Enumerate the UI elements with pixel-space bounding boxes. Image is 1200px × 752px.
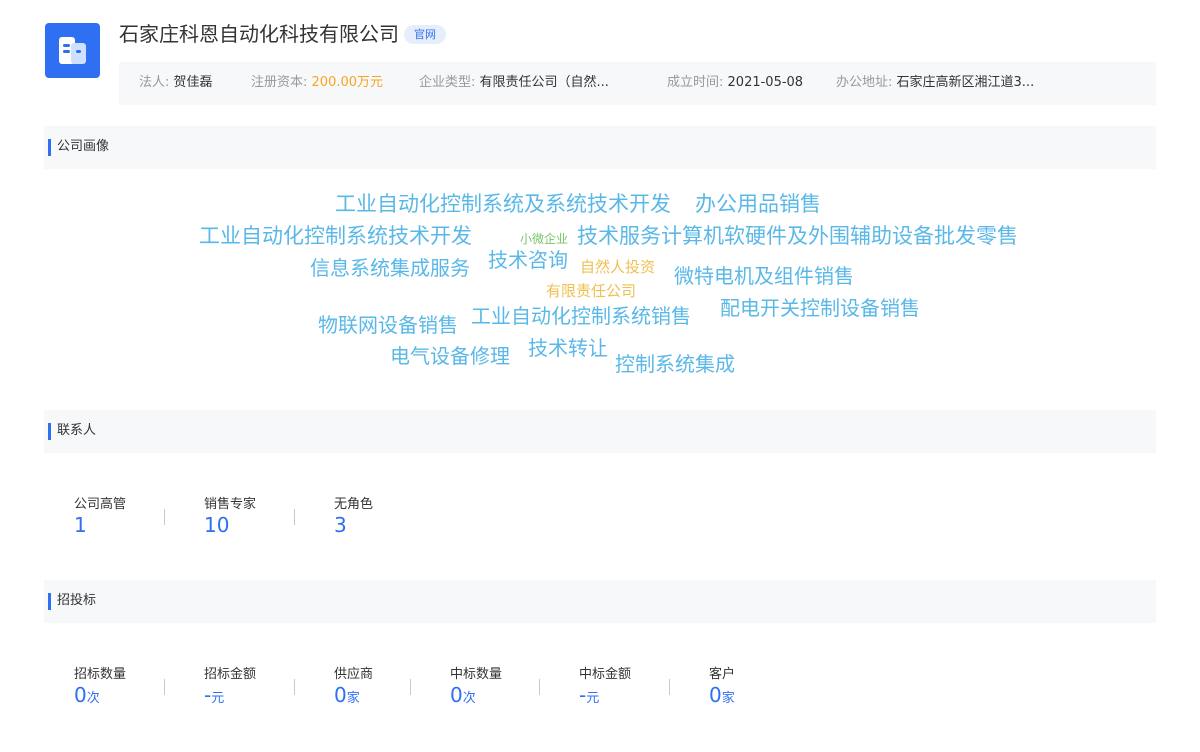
section-title-bidding: 招投标 bbox=[57, 593, 97, 608]
office-address-label: 办公地址: bbox=[836, 75, 893, 90]
legal-person-value[interactable]: 贺佳磊 bbox=[174, 75, 213, 90]
stat-value: 1 bbox=[74, 513, 87, 537]
stat-unit: 家 bbox=[721, 691, 735, 706]
tag-cloud-word: 工业自动化控制系统销售 bbox=[471, 304, 691, 328]
section-accent-bar bbox=[48, 139, 51, 156]
office-address: 办公地址: 石家庄高新区湘江道3... bbox=[836, 75, 1034, 91]
company-info-bar: 法人: 贺佳磊 注册资本: 200.00万元 企业类型: 有限责任公司（自然..… bbox=[119, 62, 1156, 105]
legal-person-label: 法人: bbox=[139, 75, 170, 90]
stat-label: 中标数量 bbox=[450, 667, 503, 682]
founded-date-label: 成立时间: bbox=[667, 75, 724, 90]
stat-unit: 元 bbox=[211, 691, 225, 706]
stat-label: 客户 bbox=[709, 667, 736, 682]
stat-value: 0 bbox=[709, 683, 722, 707]
section-header-bidding: 招投标 bbox=[44, 580, 1156, 623]
tag-cloud-word: 物联网设备销售 bbox=[318, 313, 458, 337]
tag-cloud-word: 自然人投资 bbox=[580, 258, 656, 276]
stat-value-wrap: -元 bbox=[579, 683, 599, 707]
tag-cloud-word: 工业自动化控制系统及系统技术开发 bbox=[335, 192, 671, 216]
stat-value-wrap: 1 bbox=[74, 513, 87, 537]
company-type-value: 有限责任公司（自然... bbox=[479, 75, 609, 90]
stat-label: 公司高管 bbox=[74, 497, 127, 512]
building-icon bbox=[59, 37, 86, 64]
tag-cloud-word: 信息系统集成服务 bbox=[310, 256, 470, 280]
stat-value-wrap: 10 bbox=[204, 513, 229, 537]
stat-divider bbox=[539, 679, 540, 695]
stat-divider bbox=[294, 509, 295, 525]
company-type: 企业类型: 有限责任公司（自然... bbox=[419, 75, 609, 91]
stat-value-wrap: 3 bbox=[334, 513, 347, 537]
tag-cloud-word: 小微企业 bbox=[520, 232, 569, 246]
tag-cloud-word: 有限责任公司 bbox=[546, 282, 637, 300]
tag-cloud-word: 技术咨询 bbox=[488, 248, 568, 272]
stat-value-wrap: -元 bbox=[204, 683, 224, 707]
founded-date: 成立时间: 2021-05-08 bbox=[667, 75, 803, 91]
stat-label: 无角色 bbox=[334, 497, 374, 512]
company-name: 石家庄科恩自动化科技有限公司 bbox=[119, 22, 399, 46]
tag-cloud-word: 工业自动化控制系统技术开发 bbox=[199, 224, 472, 248]
stat-value: 10 bbox=[204, 513, 230, 537]
office-address-value: 石家庄高新区湘江道3... bbox=[896, 75, 1035, 90]
stat-value: 0 bbox=[450, 683, 463, 707]
stat-unit: 次 bbox=[462, 691, 476, 706]
section-title-portrait: 公司画像 bbox=[57, 139, 110, 154]
stat-value-wrap: 0次 bbox=[74, 683, 100, 707]
section-accent-bar bbox=[48, 593, 51, 610]
company-type-label: 企业类型: bbox=[419, 75, 476, 90]
registered-capital-label: 注册资本: bbox=[251, 75, 308, 90]
stat-divider bbox=[410, 679, 411, 695]
tag-cloud-word: 电气设备修理 bbox=[390, 344, 510, 368]
company-logo bbox=[45, 23, 100, 78]
stat-value: 3 bbox=[334, 513, 347, 537]
stat-value-wrap: 0家 bbox=[709, 683, 735, 707]
tag-cloud-word: 技术转让 bbox=[528, 336, 608, 360]
stat-label: 招标数量 bbox=[74, 667, 127, 682]
stat-value: 0 bbox=[74, 683, 87, 707]
registered-capital: 注册资本: 200.00万元 bbox=[251, 75, 383, 91]
stat-unit: 元 bbox=[586, 691, 600, 706]
tag-cloud-word: 配电开关控制设备销售 bbox=[720, 296, 920, 320]
stat-divider bbox=[669, 679, 670, 695]
stat-label: 供应商 bbox=[334, 667, 374, 682]
stat-value: 0 bbox=[334, 683, 347, 707]
stat-label: 销售专家 bbox=[204, 497, 257, 512]
registered-capital-value: 200.00万元 bbox=[311, 75, 384, 90]
stat-value-wrap: 0家 bbox=[334, 683, 360, 707]
tag-cloud-word: 办公用品销售 bbox=[695, 192, 821, 216]
tag-cloud-word: 微特电机及组件销售 bbox=[674, 264, 854, 288]
stat-divider bbox=[164, 509, 165, 525]
section-title-contacts: 联系人 bbox=[57, 423, 97, 438]
stat-label: 招标金额 bbox=[204, 667, 257, 682]
stat-value-wrap: 0次 bbox=[450, 683, 476, 707]
stat-unit: 次 bbox=[86, 691, 100, 706]
stat-divider bbox=[164, 679, 165, 695]
stat-unit: 家 bbox=[346, 691, 360, 706]
founded-date-value: 2021-05-08 bbox=[727, 75, 804, 90]
stat-divider bbox=[294, 679, 295, 695]
section-header-portrait: 公司画像 bbox=[44, 126, 1156, 169]
tag-cloud-word: 技术服务计算机软硬件及外围辅助设备批发零售 bbox=[577, 224, 1018, 248]
legal-person: 法人: 贺佳磊 bbox=[139, 75, 213, 91]
official-site-tag[interactable]: 官网 bbox=[404, 25, 446, 44]
tag-cloud-word: 控制系统集成 bbox=[615, 352, 735, 376]
section-header-contacts: 联系人 bbox=[44, 410, 1156, 453]
section-accent-bar bbox=[48, 423, 51, 440]
stat-label: 中标金额 bbox=[579, 667, 632, 682]
